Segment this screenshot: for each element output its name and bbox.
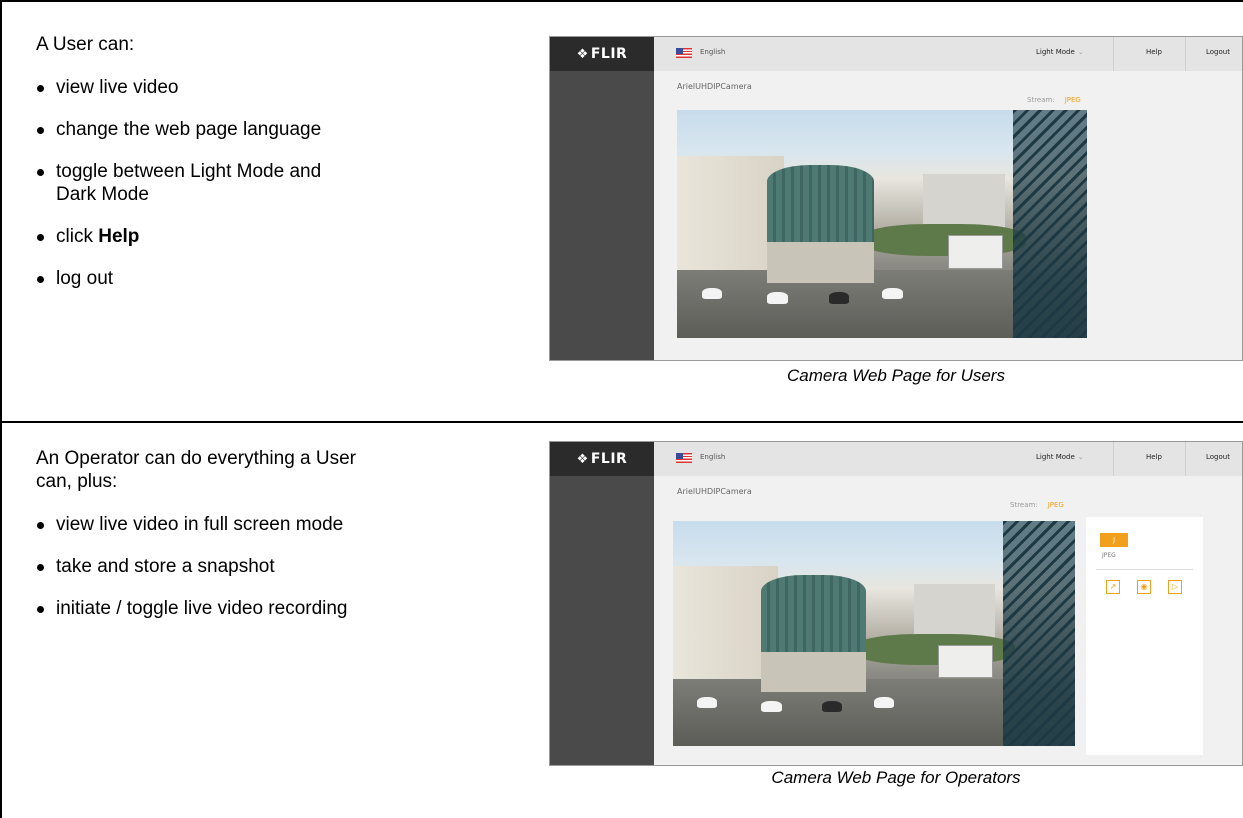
divider (1113, 37, 1114, 71)
live-video[interactable] (677, 110, 1087, 338)
divider (1185, 442, 1186, 476)
list-item: click Help (36, 225, 456, 248)
logout-link[interactable]: Logout (1206, 453, 1230, 461)
flir-diamond-icon: ❖ (576, 451, 589, 467)
chevron-down-icon: ⌄ (1077, 453, 1084, 461)
user-capability-list: view live video change the web page lang… (36, 76, 456, 290)
user-web-page-screenshot: ❖ FLIR English Light Mode ⌄ Help Logout Ar… (549, 36, 1243, 361)
operator-capability-list: view live video in full screen mode take… (36, 513, 456, 620)
live-video[interactable] (673, 521, 1075, 746)
operator-intro: An Operator can do everything a User can… (36, 448, 357, 492)
operator-control-panel: J JPEG ↗ ◉ ▷ (1086, 517, 1203, 755)
user-intro: A User can: (36, 34, 135, 55)
divider (1113, 442, 1114, 476)
operator-capabilities: An Operator can do everything a User can… (36, 447, 456, 639)
language-select[interactable]: English (700, 48, 725, 56)
logout-link[interactable]: Logout (1206, 48, 1230, 56)
operator-caption: Camera Web Page for Operators (771, 768, 1021, 787)
flir-logo: ❖ FLIR (550, 442, 654, 476)
list-item: initiate / toggle live video recording (36, 597, 376, 620)
divider (1096, 569, 1193, 570)
jpeg-stream-label: JPEG (1102, 552, 1116, 559)
jpeg-stream-button[interactable]: J (1100, 533, 1128, 547)
light-mode-toggle[interactable]: Light Mode ⌄ (1036, 48, 1084, 56)
document-table: A User can: view live video change the w… (0, 0, 1243, 818)
light-mode-toggle[interactable]: Light Mode ⌄ (1036, 453, 1084, 461)
top-bar: English Light Mode ⌄ Help Logout (654, 442, 1242, 476)
user-capabilities: A User can: view live video change the w… (36, 33, 456, 309)
top-bar: English Light Mode ⌄ Help Logout (654, 37, 1242, 71)
us-flag-icon[interactable] (676, 453, 692, 463)
list-item: view live video in full screen mode (36, 513, 376, 536)
user-caption: Camera Web Page for Users (787, 366, 1005, 385)
list-item: change the web page language (36, 118, 356, 141)
list-item: take and store a snapshot (36, 555, 456, 578)
camera-name: ArielUHDIPCamera (677, 82, 752, 91)
help-link[interactable]: Help (1146, 48, 1162, 56)
list-item: toggle between Light Mode and Dark Mode (36, 160, 356, 206)
divider (1185, 37, 1186, 71)
flir-logo: ❖ FLIR (550, 37, 654, 71)
list-item: log out (36, 267, 456, 290)
snapshot-icon[interactable]: ◉ (1137, 580, 1151, 594)
table-border-top (0, 0, 1243, 2)
fullscreen-icon[interactable]: ↗ (1106, 580, 1120, 594)
stream-indicator: Stream: JPEG (1027, 96, 1081, 104)
language-select[interactable]: English (700, 453, 725, 461)
stream-indicator: Stream: JPEG (1010, 501, 1064, 509)
sidebar (550, 442, 654, 765)
us-flag-icon[interactable] (676, 48, 692, 58)
chevron-down-icon: ⌄ (1077, 48, 1084, 56)
row-divider (0, 421, 1243, 423)
flir-diamond-icon: ❖ (576, 46, 589, 62)
sidebar (550, 37, 654, 360)
help-link[interactable]: Help (1146, 453, 1162, 461)
table-border-left (0, 0, 2, 818)
camera-name: ArielUHDIPCamera (677, 487, 752, 496)
record-icon[interactable]: ▷ (1168, 580, 1182, 594)
list-item: view live video (36, 76, 456, 99)
operator-web-page-screenshot: ❖ FLIR English Light Mode ⌄ Help Logout Ar… (549, 441, 1243, 766)
